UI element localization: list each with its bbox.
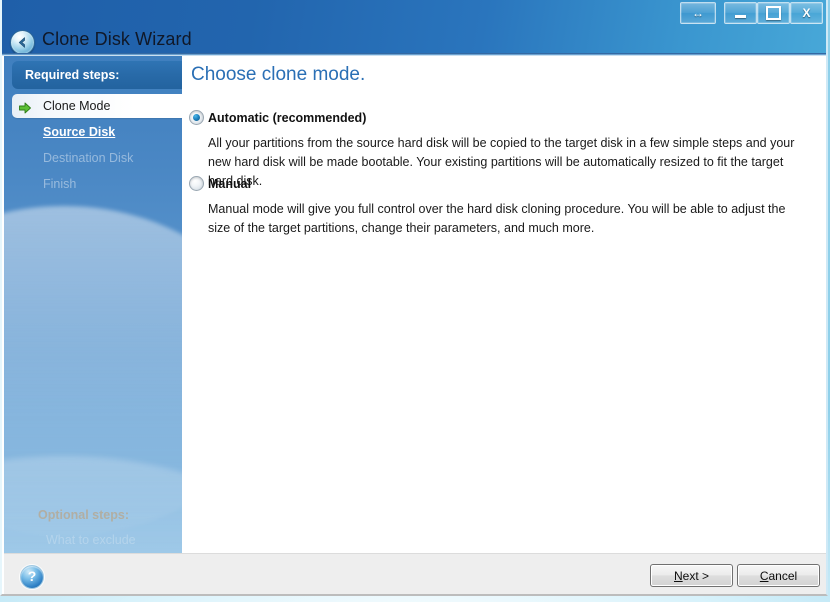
radio-manual-label: Manual <box>208 177 251 191</box>
cancel-label-rest: ancel <box>768 569 797 583</box>
sidebar-item-finish: Finish <box>12 172 182 196</box>
radio-manual[interactable]: Manual <box>182 174 816 194</box>
radio-automatic-label: Automatic (recommended) <box>208 111 366 125</box>
next-accel-letter: N <box>674 569 683 583</box>
next-button[interactable]: Next > <box>650 564 733 587</box>
wizard-window: Clone Disk Wizard ↔ X Required steps: <box>0 0 828 596</box>
resize-button[interactable]: ↔ <box>680 2 716 24</box>
sidebar-item-source-disk[interactable]: Source Disk <box>12 120 182 144</box>
minimize-button[interactable] <box>724 2 757 24</box>
window-title: Clone Disk Wizard <box>42 29 192 50</box>
manual-description: Manual mode will give you full control o… <box>182 200 816 238</box>
required-steps-header: Required steps: <box>12 61 182 89</box>
optional-steps-header: Optional steps: <box>38 508 129 522</box>
sidebar-item-what-to-exclude: What to exclude <box>46 533 136 547</box>
cancel-button[interactable]: Cancel <box>737 564 820 587</box>
sidebar-item-label: Destination Disk <box>43 151 133 165</box>
radio-button-icon[interactable] <box>189 110 204 125</box>
back-arrow-icon[interactable] <box>10 30 35 55</box>
radio-automatic[interactable]: Automatic (recommended) <box>182 108 816 128</box>
green-arrow-icon <box>18 99 32 113</box>
help-icon[interactable]: ? <box>20 565 44 589</box>
resize-arrows-icon: ↔ <box>681 3 715 23</box>
close-icon: X <box>791 3 822 23</box>
sidebar-item-label: Clone Mode <box>43 99 110 113</box>
maximize-icon <box>758 3 789 23</box>
title-bar: Clone Disk Wizard ↔ X <box>2 0 828 56</box>
next-label-rest: ext > <box>683 569 709 583</box>
sidebar-item-destination-disk: Destination Disk <box>12 146 182 170</box>
minimize-icon <box>725 3 756 23</box>
sidebar-item-clone-mode[interactable]: Clone Mode <box>12 94 182 118</box>
main-content: Choose clone mode. Automatic (recommende… <box>182 56 826 553</box>
sidebar-item-label: Source Disk <box>43 125 115 139</box>
sidebar-item-label: Finish <box>43 177 76 191</box>
close-button[interactable]: X <box>790 2 823 24</box>
maximize-button[interactable] <box>757 2 790 24</box>
radio-button-icon[interactable] <box>189 176 204 191</box>
footer-bar: ? Next > Cancel <box>4 553 828 595</box>
page-title: Choose clone mode. <box>191 64 365 86</box>
wizard-sidebar: Required steps: Clone Mode Source Disk D… <box>4 56 182 553</box>
clone-mode-option-manual: Manual Manual mode will give you full co… <box>182 174 816 238</box>
